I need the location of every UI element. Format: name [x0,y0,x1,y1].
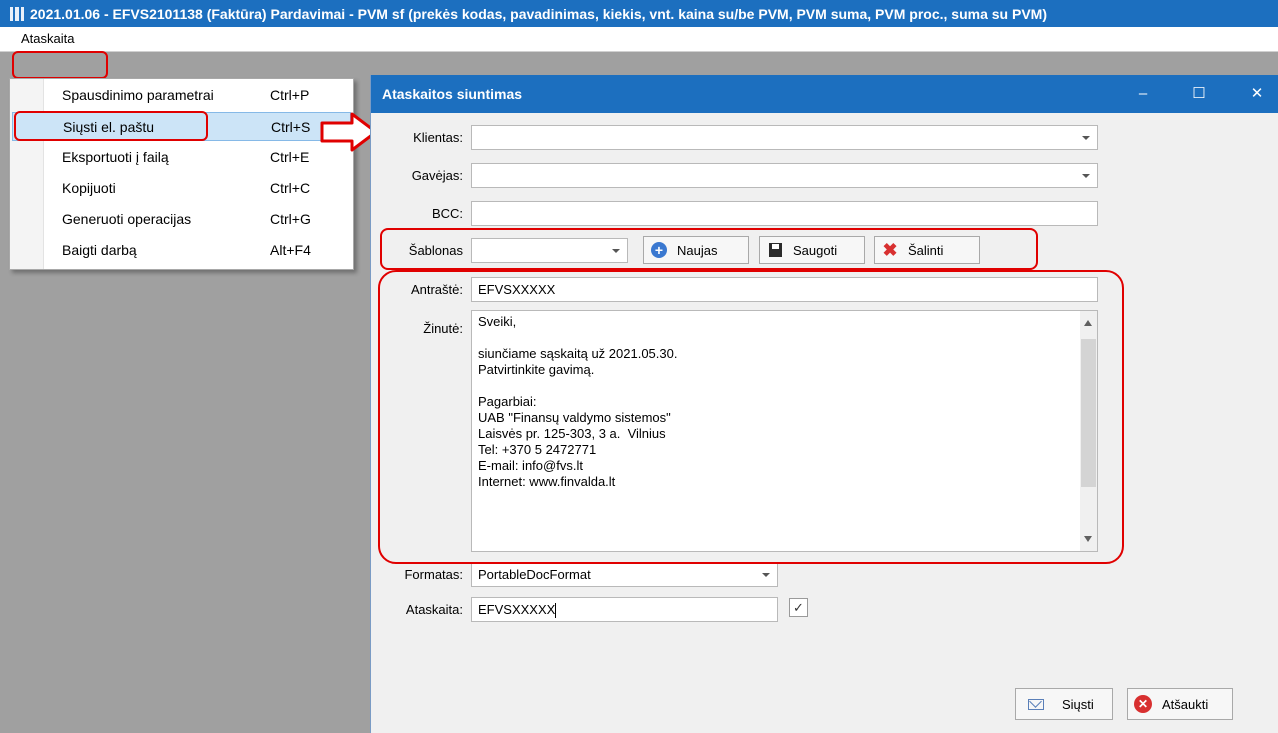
menu-item-kopijuoti[interactable]: Kopijuoti Ctrl+C [12,174,351,203]
menubar: Ataskaita [0,27,1278,52]
maximize-button[interactable]: ☐ [1179,75,1219,113]
menu-item-shortcut: Ctrl+S [271,119,311,135]
bcc-input[interactable] [471,201,1098,226]
formatas-label: Formatas: [404,567,463,582]
ataskaita-input[interactable]: EFVSXXXXX [471,597,778,622]
chevron-down-icon[interactable] [1082,174,1090,178]
gavejas-combobox[interactable] [471,163,1098,188]
menu-ataskaita[interactable]: Ataskaita [18,30,77,48]
app-icon [10,6,24,21]
menu-item-shortcut: Ctrl+G [270,211,311,227]
zinute-text: Sveiki, siunčiame sąskaitą už 2021.05.30… [478,314,678,489]
salinti-label: Šalinti [908,242,944,258]
formatas-value: PortableDocFormat [478,567,591,582]
atsaukti-button[interactable]: ✕ Atšaukti [1127,688,1233,720]
siusti-button[interactable]: Siųsti [1015,688,1113,720]
dialog-titlebar: Ataskaitos siuntimas – ☐ ✕ [371,75,1278,113]
menu-item-shortcut: Ctrl+C [270,180,311,196]
ataskaita-checkbox[interactable]: ✓ [789,598,808,617]
chevron-down-icon[interactable] [1082,136,1090,140]
antraste-value: EFVSXXXXX [478,282,556,297]
menu-item-label: Kopijuoti [62,180,116,196]
menu-item-label: Eksportuoti į failą [62,149,169,165]
add-icon: + [650,241,668,259]
antraste-label: Antraštė: [410,282,463,297]
sablonas-label: Šablonas [408,243,463,258]
menu-item-shortcut: Alt+F4 [270,242,311,258]
menu-item-baigti-darba[interactable]: Baigti darbą Alt+F4 [12,236,351,265]
menu-item-label: Generuoti operacijas [62,211,192,227]
dialog-title: Ataskaitos siuntimas [382,86,523,102]
menu-item-label: Siųsti el. paštu [63,119,155,135]
menu-item-label: Baigti darbą [62,242,137,258]
message-scrollbar[interactable] [1080,311,1097,551]
chevron-down-icon[interactable] [762,573,770,577]
minimize-button[interactable]: – [1123,75,1163,113]
menu-item-generuoti-operacijas[interactable]: Generuoti operacijas Ctrl+G [12,205,351,234]
chevron-down-icon[interactable] [612,249,620,253]
naujas-button[interactable]: + Naujas [643,236,749,264]
ataskaita-label: Ataskaita: [405,602,463,617]
menu-item-shortcut: Ctrl+P [270,87,310,103]
atsaukti-label: Atšaukti [1162,696,1209,712]
zinute-label: Žinutė: [423,321,463,336]
mail-icon [1028,698,1044,710]
sablonas-combobox[interactable] [471,238,628,263]
window-titlebar: 2021.01.06 - EFVS2101138 (Faktūra) Parda… [0,0,1278,27]
ataskaita-dropdown-menu: Spausdinimo parametrai Ctrl+P Siųsti el.… [9,78,354,270]
saugoti-label: Saugoti [793,242,838,258]
bcc-label: BCC: [431,206,463,221]
ataskaita-value: EFVSXXXXX [478,602,556,617]
siusti-label: Siųsti [1062,696,1094,712]
formatas-combobox[interactable]: PortableDocFormat [471,562,778,587]
delete-icon: ✖ [882,240,898,260]
menu-item-label: Spausdinimo parametrai [62,87,214,103]
saugoti-button[interactable]: Saugoti [759,236,865,264]
close-button[interactable]: ✕ [1237,75,1277,113]
highlight-menu-ataskaita [12,51,108,79]
scroll-up-icon[interactable] [1084,320,1092,326]
gavejas-label: Gavėjas: [411,168,463,183]
naujas-label: Naujas [677,242,718,258]
window-title: 2021.01.06 - EFVS2101138 (Faktūra) Parda… [30,5,1047,22]
ataskaitos-siuntimas-dialog: Ataskaitos siuntimas – ☐ ✕ Klientas: Gav… [370,75,1278,733]
text-cursor [555,603,557,619]
menu-item-siusti-el-pastu[interactable]: Siųsti el. paštu Ctrl+S [12,112,351,141]
antraste-input[interactable]: EFVSXXXXX [471,277,1098,302]
scroll-down-icon[interactable] [1084,536,1092,542]
salinti-button[interactable]: ✖ Šalinti [874,236,980,264]
cancel-icon: ✕ [1134,695,1152,713]
scrollbar-thumb[interactable] [1081,339,1096,487]
zinute-textarea[interactable]: Sveiki, siunčiame sąskaitą už 2021.05.30… [471,310,1098,552]
klientas-combobox[interactable] [471,125,1098,150]
save-icon [766,241,784,259]
menu-item-eksportuoti[interactable]: Eksportuoti į failą Ctrl+E [12,143,351,172]
klientas-label: Klientas: [413,130,463,145]
menu-item-shortcut: Ctrl+E [270,149,310,165]
menu-item-spausdinimo-parametrai[interactable]: Spausdinimo parametrai Ctrl+P [12,81,351,110]
